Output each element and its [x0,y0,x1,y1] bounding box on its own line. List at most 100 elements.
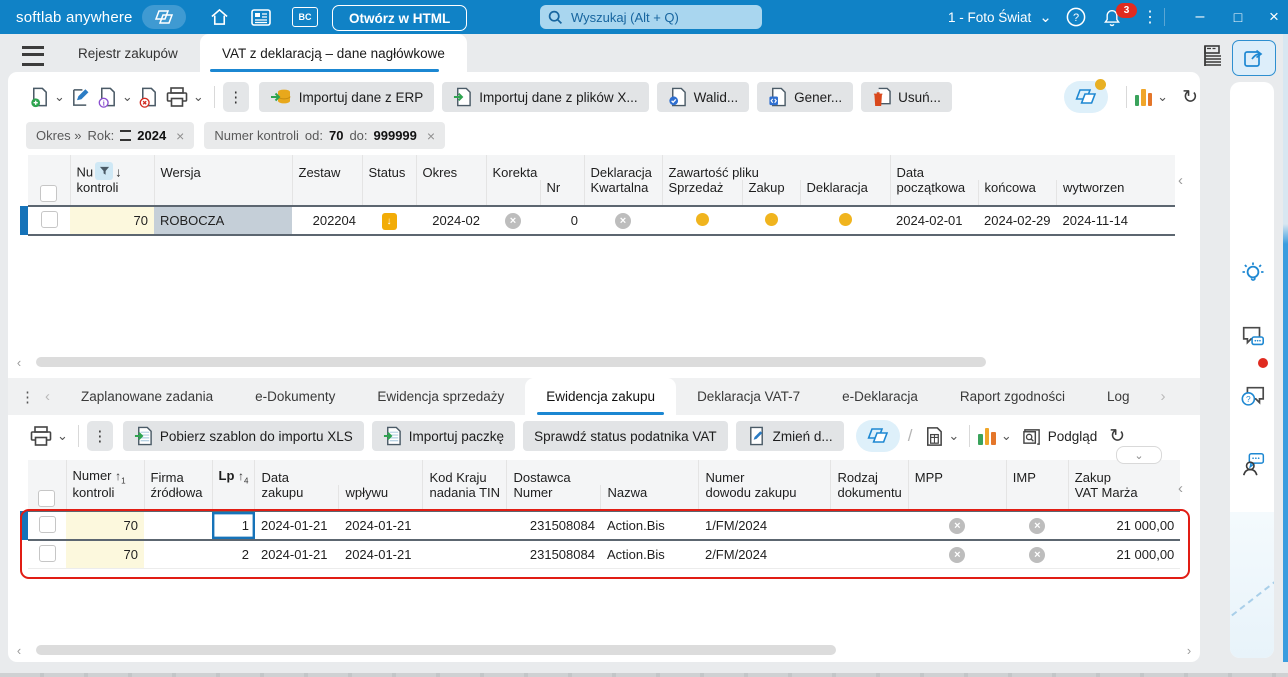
scroll-left-hint-icon[interactable]: ‹ [1178,480,1183,497]
column-header-firma[interactable]: Firma [144,460,213,485]
share-button[interactable] [1232,40,1276,76]
row-checkbox[interactable] [38,544,56,562]
cell-lp-focused[interactable]: 1 [212,510,255,541]
select-all-checkbox[interactable] [40,185,58,202]
company-selector[interactable]: 1 - Foto Świat ⌄ [948,0,1052,34]
more-actions-button[interactable]: ⋮ [222,82,249,112]
declaration-row[interactable]: 70 ROBOCZA 202204 ↓ 2024-02 × 0 × 2024-0… [20,205,1175,236]
scroll-right-arrow[interactable]: › [1182,643,1196,658]
subtab-ewidencja-sprzedazy[interactable]: Ewidencja sprzedaży [356,378,525,415]
ideas-lightbulb-icon[interactable] [1240,260,1266,286]
notifications-button[interactable]: 3 [1102,0,1137,34]
column-header-lp[interactable]: Lp ↑4 [212,460,256,485]
scroll-left-arrow[interactable]: ‹ [12,355,26,370]
refresh-icon[interactable]: ↻ [1182,86,1198,109]
search-input[interactable] [569,8,733,26]
bc-button[interactable]: BC [290,0,320,34]
chart-view-button[interactable] [1134,88,1153,106]
column-header-dostawca-numer[interactable]: Numer [506,485,602,511]
layers-view-toggle[interactable] [855,420,900,452]
column-header-zestaw[interactable]: Zestaw [292,155,363,180]
column-group-zawartosc-pliku[interactable]: Zawartość pliku [662,155,891,180]
help-chat-icon[interactable]: ? [1240,384,1266,410]
chevron-down-icon[interactable]: ⌄ [1157,89,1168,105]
column-header-poczatkowa[interactable]: początkowa [890,180,979,206]
chevron-down-icon[interactable]: ⌄ [54,89,65,105]
row-checkbox[interactable] [40,210,58,228]
layers-view-toggle[interactable] [1063,79,1108,113]
column-header-vat-marza[interactable]: VAT Marża [1068,485,1181,511]
import-files-button[interactable]: Importuj dane z plików X... [442,82,649,112]
column-header-firma-2[interactable]: źródłowa [144,485,213,511]
delete-button[interactable]: Usuń... [861,82,952,112]
delete-document-button[interactable] [135,82,162,112]
column-header-sprzedaz[interactable]: Sprzedaż [662,180,743,206]
window-maximize-button[interactable]: □ [1224,0,1252,34]
scrollbar-thumb[interactable] [36,645,836,655]
tabs-scroll-left-icon[interactable]: ‹ [45,388,50,405]
refresh-icon[interactable]: ↻ [1109,425,1125,448]
column-header-dowodu-zakupu[interactable]: dowodu zakupu [698,485,832,511]
news-button[interactable] [246,0,276,34]
hamburger-menu-icon[interactable] [22,46,44,66]
purchase-row-1[interactable]: 70 1 2024-01-21 2024-01-21 231508084 Act… [20,510,1181,541]
column-header-dokumentu[interactable]: dokumentu [830,485,909,511]
lower-grid-hscrollbar[interactable]: ‹ › [12,643,1196,658]
scroll-left-arrow[interactable]: ‹ [12,643,26,658]
filter-chip-okres[interactable]: Okres » Rok: 2024 × [26,122,195,149]
print-button[interactable] [26,421,56,451]
open-in-html-button[interactable]: Otwórz w HTML [332,5,468,31]
chart-view-button[interactable] [978,427,996,445]
column-header-numer-kontroli-2[interactable]: kontroli [66,485,145,511]
generate-button[interactable]: Gener... [757,82,854,112]
column-header-zakup[interactable]: Zakup [742,180,801,206]
chevron-down-icon[interactable]: ⌄ [122,89,133,105]
scrollbar-thumb[interactable] [36,357,986,367]
filter-icon[interactable] [95,162,114,180]
column-header-nadania-tin[interactable]: nadania TIN [422,485,508,511]
tabs-scroll-right-icon[interactable]: › [1160,388,1165,405]
select-all-checkbox[interactable] [38,490,56,507]
column-header-deklaracja2[interactable]: Deklaracja [800,180,891,206]
column-header-mpp[interactable]: MPP [908,460,1007,485]
global-search[interactable] [540,5,762,29]
column-header-wersja[interactable]: Wersja [154,155,293,180]
download-xls-template-button[interactable]: Pobierz szablon do importu XLS [122,421,364,451]
import-package-button[interactable]: Importuj paczkę [371,421,516,451]
document-calc-button[interactable] [920,421,947,451]
panel-layout-button[interactable] [1203,44,1225,68]
more-actions-button[interactable]: ⋮ [86,421,113,451]
contact-agent-icon[interactable] [1240,450,1268,478]
column-header-koncowa[interactable]: końcowa [978,180,1057,206]
column-header-numer-kontroli-2[interactable]: kontroli [70,180,155,206]
check-vat-status-button[interactable]: Sprawdź status podatnika VAT [523,421,728,451]
subtab-ewidencja-zakupu[interactable]: Ewidencja zakupu [525,378,677,415]
change-document-button[interactable]: Zmień d... [735,421,844,451]
subtab-zaplanowane-zadania[interactable]: Zaplanowane zadania [60,378,234,415]
workspace-switcher-button[interactable] [142,0,186,34]
purchase-row-2[interactable]: 70 2 2024-01-21 2024-01-21 231508084 Act… [20,540,1181,569]
column-header-numer-dowodu[interactable]: Numer [698,460,832,485]
home-button[interactable] [204,0,234,34]
preview-button[interactable]: Podgląd [1022,427,1097,446]
column-header-wytworzenia[interactable]: wytworzen [1056,180,1175,206]
help-button[interactable]: ? [1066,0,1086,34]
column-header-dostawca-nazwa[interactable]: Nazwa [600,485,700,511]
subtab-log[interactable]: Log [1086,378,1151,415]
column-header-rodzaj[interactable]: Rodzaj [830,460,909,485]
chevron-down-icon[interactable]: ⌄ [193,89,204,105]
remove-filter-icon[interactable]: × [427,128,435,144]
window-close-button[interactable]: × [1260,0,1288,34]
column-header-imp[interactable]: IMP [1006,460,1069,485]
column-header-kwartalna[interactable]: Kwartalna [584,180,663,206]
new-document-button[interactable] [26,82,53,112]
window-minimize-button[interactable]: – [1186,0,1214,34]
remove-filter-icon[interactable]: × [176,128,184,144]
document-info-button[interactable]: i [94,82,121,112]
tabs-more-button[interactable]: ⋮ [20,388,35,406]
scroll-left-hint-icon[interactable]: ‹ [1178,172,1183,189]
tab-rejestr-zakupow[interactable]: Rejestr zakupów [60,34,196,72]
column-group-data[interactable]: Data [890,155,1175,180]
import-erp-button[interactable]: Importuj dane z ERP [258,82,435,112]
filter-chip-numer-kontroli[interactable]: Numer kontroli od: 70 do: 999999 × [204,122,446,149]
